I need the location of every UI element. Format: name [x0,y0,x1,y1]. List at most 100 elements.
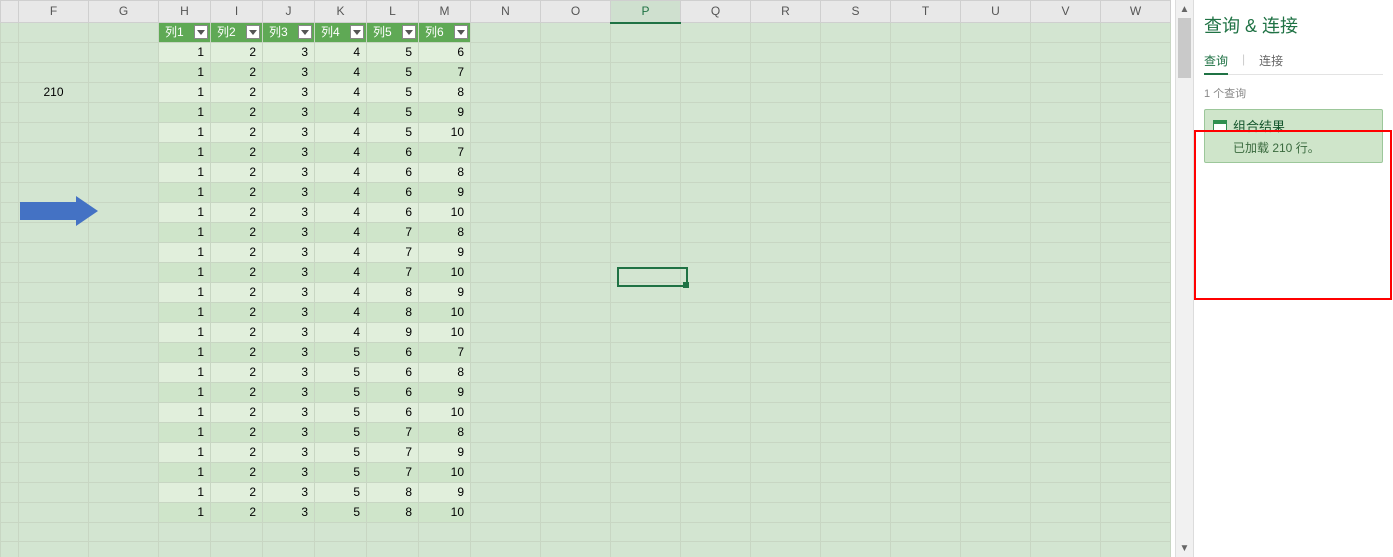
table-cell[interactable]: 2 [211,303,263,323]
table-cell[interactable]: 6 [367,343,419,363]
cell[interactable] [821,63,891,83]
cell[interactable] [1101,163,1171,183]
cell[interactable] [891,43,961,63]
table-cell[interactable]: 1 [159,83,211,103]
cell[interactable] [611,223,681,243]
cell[interactable] [89,523,159,542]
table-cell[interactable]: 3 [263,183,315,203]
cell[interactable] [751,263,821,283]
cell[interactable] [89,443,159,463]
column-header-W[interactable]: W [1101,1,1171,23]
cell[interactable] [1031,203,1101,223]
cell[interactable] [821,542,891,557]
cell[interactable] [681,423,751,443]
cell[interactable] [821,143,891,163]
cell[interactable] [19,542,89,557]
cell[interactable] [681,443,751,463]
cell[interactable] [89,323,159,343]
cell[interactable] [1031,283,1101,303]
cell[interactable] [1101,363,1171,383]
table-cell[interactable]: 1 [159,503,211,523]
cell[interactable] [19,43,89,63]
cell[interactable] [821,463,891,483]
cell[interactable] [541,123,611,143]
cell[interactable] [315,542,367,557]
table-header-cell[interactable]: 列6 [419,23,471,43]
table-cell[interactable]: 7 [367,243,419,263]
cell[interactable] [961,503,1031,523]
cell[interactable] [821,83,891,103]
table-cell[interactable]: 4 [315,83,367,103]
table-cell[interactable]: 1 [159,463,211,483]
cell[interactable] [611,63,681,83]
cell[interactable] [263,523,315,542]
cell[interactable] [1101,483,1171,503]
table-cell[interactable]: 5 [315,423,367,443]
cell[interactable] [541,423,611,443]
cell[interactable] [961,343,1031,363]
table-cell[interactable]: 6 [367,143,419,163]
table-cell[interactable]: 3 [263,423,315,443]
table-cell[interactable]: 4 [315,323,367,343]
cell[interactable] [961,103,1031,123]
cell[interactable] [751,343,821,363]
cell[interactable] [159,523,211,542]
table-cell[interactable]: 5 [367,83,419,103]
cell[interactable] [751,143,821,163]
cell[interactable] [471,103,541,123]
cell[interactable] [19,143,89,163]
table-cell[interactable]: 10 [419,503,471,523]
cell[interactable] [681,203,751,223]
table-cell[interactable]: 2 [211,503,263,523]
cell[interactable] [541,443,611,463]
cell[interactable] [89,263,159,283]
cell[interactable] [1031,303,1101,323]
table-cell[interactable]: 3 [263,323,315,343]
cell[interactable] [891,303,961,323]
cell[interactable] [961,523,1031,542]
cell[interactable] [89,103,159,123]
cell[interactable] [471,423,541,443]
scroll-thumb[interactable] [1178,18,1191,78]
cell[interactable] [1101,243,1171,263]
table-cell[interactable]: 7 [367,463,419,483]
cell[interactable] [611,503,681,523]
cell[interactable] [821,263,891,283]
cell[interactable] [611,163,681,183]
table-cell[interactable]: 3 [263,103,315,123]
filter-dropdown-icon[interactable] [298,25,312,39]
cell[interactable] [961,143,1031,163]
cell[interactable] [541,243,611,263]
table-cell[interactable]: 3 [263,463,315,483]
cell[interactable] [751,383,821,403]
filter-dropdown-icon[interactable] [402,25,416,39]
cell[interactable] [19,403,89,423]
cell[interactable] [891,463,961,483]
cell[interactable] [611,542,681,557]
cell[interactable] [1031,503,1101,523]
table-cell[interactable]: 3 [263,63,315,83]
table-cell[interactable]: 1 [159,43,211,63]
cell[interactable] [1031,163,1101,183]
cell[interactable] [891,223,961,243]
cell[interactable] [681,63,751,83]
cell[interactable] [19,443,89,463]
table-cell[interactable]: 2 [211,43,263,63]
table-cell[interactable]: 6 [367,383,419,403]
cell[interactable] [19,363,89,383]
table-cell[interactable]: 2 [211,343,263,363]
cell[interactable] [1101,303,1171,323]
table-cell[interactable]: 2 [211,243,263,263]
table-cell[interactable]: 8 [367,483,419,503]
cell[interactable] [751,483,821,503]
cell[interactable] [751,103,821,123]
column-header-U[interactable]: U [961,1,1031,23]
cell[interactable] [471,63,541,83]
cell[interactable] [471,323,541,343]
table-cell[interactable]: 10 [419,303,471,323]
table-cell[interactable]: 3 [263,243,315,263]
cell[interactable] [961,163,1031,183]
table-cell[interactable]: 6 [367,403,419,423]
cell[interactable] [541,203,611,223]
cell[interactable] [821,203,891,223]
